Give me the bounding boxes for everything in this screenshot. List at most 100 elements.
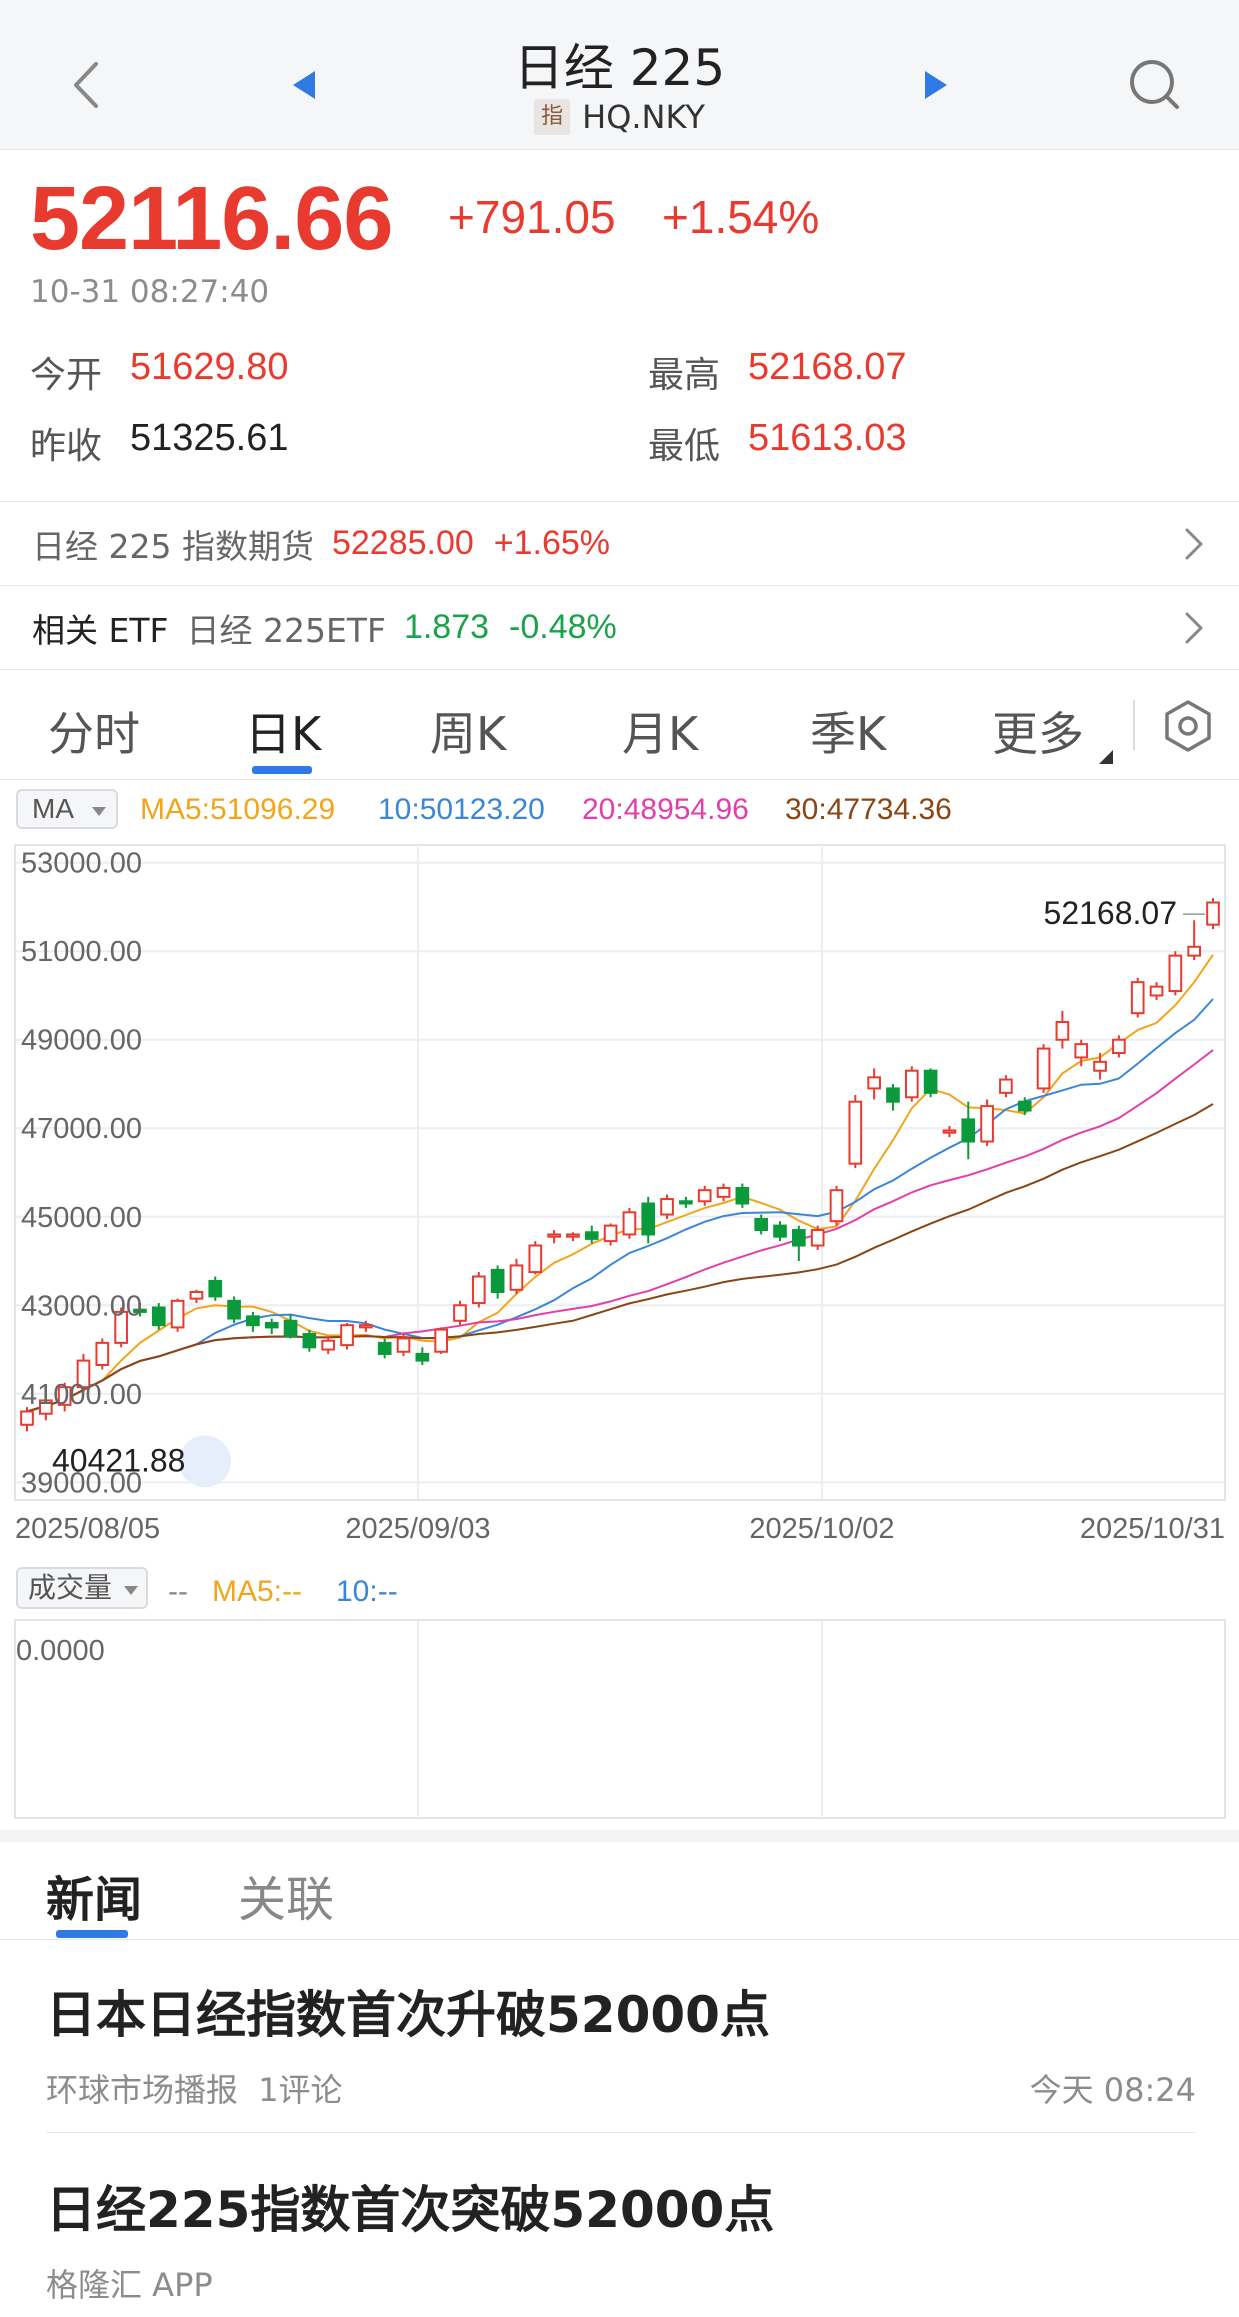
candle-up	[566, 1233, 580, 1238]
candle-down	[773, 1224, 787, 1238]
candle-down	[1017, 1100, 1032, 1112]
quote-panel: 52116.66 +791.05 +1.54% 10-31 08:27:40 今…	[0, 150, 1239, 502]
volume-chart[interactable]: 0.0000	[0, 1618, 1239, 1823]
candle-down	[490, 1268, 505, 1293]
tab-weekly-k[interactable]: 周K	[430, 698, 506, 764]
candle-up	[1149, 985, 1164, 997]
max-price-label: 52168.07	[1044, 895, 1177, 931]
candle-up	[189, 1290, 204, 1300]
next-index-button[interactable]	[915, 65, 955, 105]
candle-up	[980, 1105, 994, 1143]
volume-chart-svg: 0.0000	[14, 1619, 1226, 1819]
kline-chart[interactable]: 53000.00 51000.00 49000.00 47000.00 45000.00…	[0, 835, 1239, 1547]
candle-up	[453, 1304, 467, 1322]
candle-up	[867, 1076, 881, 1090]
ma30-value: 30:47734.36	[785, 793, 952, 826]
index-badge: 指	[534, 99, 571, 135]
candle-up	[810, 1229, 825, 1247]
candle-down	[886, 1087, 900, 1103]
candle-down	[264, 1321, 279, 1329]
futures-price: 52285.00	[331, 524, 474, 562]
tab-related[interactable]: 关联	[238, 1860, 334, 1930]
high-value: 52168.07	[748, 346, 907, 388]
dropdown-arrow-icon	[124, 1586, 138, 1595]
etf-pct: -0.48%	[509, 608, 617, 646]
chevron-right-icon	[1185, 528, 1203, 560]
y-tick-label: 53000.00	[21, 848, 142, 880]
candle-down	[735, 1186, 750, 1205]
candle-up	[1036, 1047, 1051, 1090]
y-tick-label: 45000.00	[21, 1202, 142, 1234]
news-source: 格隆汇 APP	[46, 2266, 213, 2304]
news-item[interactable]: 日本日经指数首次升破52000点 环球市场播报 1评论 今天 08:24	[46, 1975, 1196, 2133]
candle-down	[283, 1319, 298, 1338]
high-label: 最高	[648, 355, 721, 396]
search-button[interactable]	[1125, 55, 1185, 115]
tab-monthly-k[interactable]: 月K	[622, 698, 698, 764]
x-tick-label: 2025/08/05	[15, 1513, 160, 1545]
ma-select[interactable]: MA	[16, 789, 118, 829]
candle-up	[396, 1337, 411, 1353]
chart-settings-button[interactable]	[1160, 698, 1216, 754]
candle-up	[697, 1189, 712, 1203]
etf-price: 1.873	[403, 608, 490, 646]
settings-icon	[1165, 700, 1211, 752]
candle-up	[321, 1339, 336, 1351]
tab-intraday[interactable]: 分时	[48, 698, 140, 764]
candle-up	[434, 1328, 448, 1353]
candle-up	[20, 1410, 34, 1426]
price-change: +791.05	[448, 191, 616, 243]
candle-up	[547, 1233, 561, 1238]
y-tick-label: 51000.00	[21, 936, 142, 968]
ma10-value: 10:50123.20	[378, 793, 545, 826]
futures-row[interactable]: 日经 225 指数期货 52285.00 +1.65%	[0, 502, 1239, 586]
tab-daily-k[interactable]: 日K	[245, 698, 321, 764]
nav-bar: 日经 225 指 HQ.NKY	[0, 0, 1239, 150]
news-time: 今天 08:24	[1029, 2071, 1196, 2109]
index-code-text: HQ.NKY	[582, 98, 705, 136]
tab-news[interactable]: 新闻	[46, 1860, 142, 1930]
kline-chart-svg: 53000.00 51000.00 49000.00 47000.00 45000.00…	[14, 844, 1226, 1545]
news-title: 日经225指数首次突破52000点	[46, 2181, 775, 2239]
etf-row[interactable]: 相关 ETF 日经 225ETF 1.873 -0.48%	[0, 586, 1239, 670]
candle-up	[528, 1244, 543, 1274]
ma20-value: 20:48954.96	[582, 793, 749, 826]
tab-more-label: 更多	[992, 707, 1084, 761]
open-label: 今开	[30, 355, 103, 396]
news-comments: 1评论	[258, 2071, 343, 2109]
x-tick-label: 2025/09/03	[345, 1513, 490, 1545]
candle-down	[302, 1333, 317, 1349]
volume-select[interactable]: 成交量	[16, 1567, 148, 1609]
candle-up	[95, 1341, 110, 1367]
x-tick-label: 2025/10/31	[1080, 1513, 1225, 1545]
tab-active-indicator	[252, 766, 312, 774]
ma-legend: MA MA5:51096.29 10:50123.20 20:48954.96 …	[0, 785, 1239, 835]
futures-label: 日经 225 指数期货	[32, 526, 314, 566]
candle-down	[754, 1217, 769, 1232]
news-title: 日本日经指数首次升破52000点	[46, 1986, 770, 2044]
section-divider	[0, 1830, 1239, 1842]
news-item[interactable]: 日经225指数首次突破52000点 格隆汇 APP	[46, 2170, 1196, 2310]
volume-axis-label: 0.0000	[16, 1635, 105, 1667]
candle-down	[923, 1069, 938, 1094]
volume-ma5: MA5:--	[212, 1575, 302, 1608]
tab-quarterly-k[interactable]: 季K	[810, 698, 886, 764]
candle-down	[961, 1118, 976, 1143]
candle-up	[471, 1275, 486, 1305]
etf-label: 相关 ETF	[32, 610, 169, 650]
quote-timestamp: 10-31 08:27:40	[30, 274, 270, 310]
prev-close-label: 昨收	[30, 426, 103, 467]
candle-down	[377, 1341, 392, 1355]
min-price-label: 40421.88	[52, 1442, 185, 1478]
page-title: 日经 225	[513, 39, 726, 97]
candle-up	[1187, 945, 1202, 957]
candle-down	[641, 1202, 656, 1236]
candle-up	[1093, 1060, 1107, 1072]
tab-more[interactable]: 更多	[992, 698, 1113, 764]
candle-down	[679, 1200, 693, 1205]
candle-up	[1168, 954, 1183, 993]
open-value: 51629.80	[130, 346, 289, 388]
news-meta: 环球市场播报 1评论 今天 08:24	[46, 2065, 1196, 2109]
volume-ma10: 10:--	[336, 1575, 398, 1608]
prev-close-value: 51325.61	[130, 417, 289, 459]
